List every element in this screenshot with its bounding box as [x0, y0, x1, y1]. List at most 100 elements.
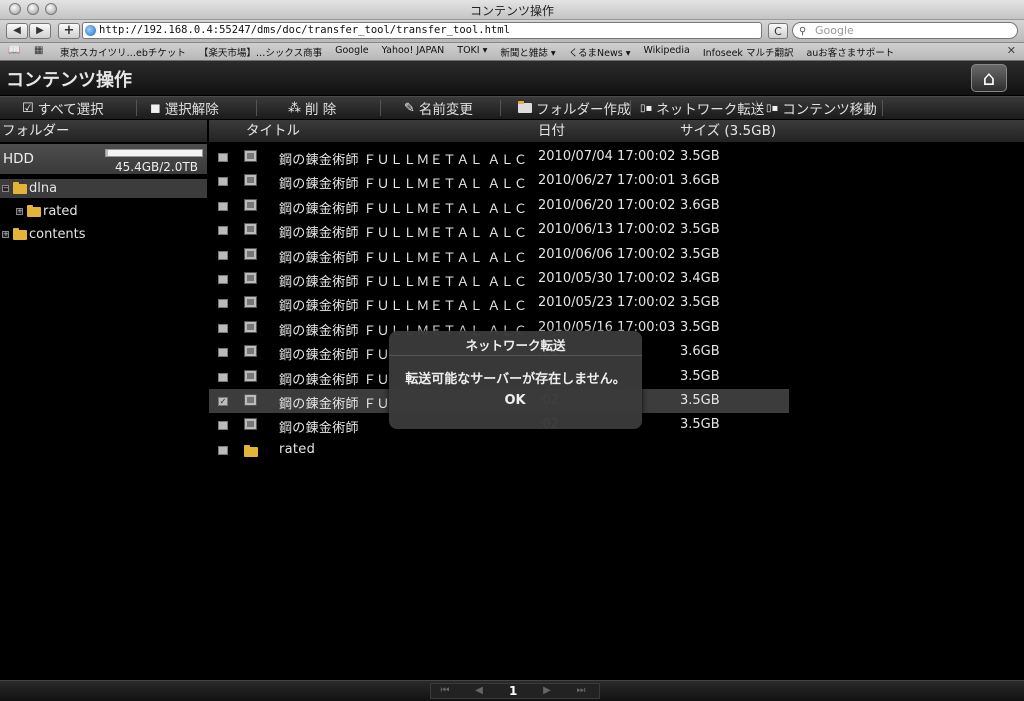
table-row[interactable]: rated: [209, 438, 789, 462]
row-checkbox[interactable]: [218, 177, 228, 187]
row-title: 鋼の錬金術師 ＦＵＬＬＭＥＴＡＬ ＡＬＣ: [279, 153, 528, 168]
collapse-icon[interactable]: −: [2, 185, 9, 192]
create-folder-button[interactable]: フォルダー作成: [518, 99, 631, 118]
hdd-row[interactable]: HDD 45.4GB/2.0TB: [0, 144, 207, 174]
row-checkbox[interactable]: [218, 275, 228, 284]
tree-label-dlna: dlna: [29, 181, 58, 196]
row-date: 2010/05/23 17:00:02: [538, 295, 676, 311]
tree-item-dlna[interactable]: − dlna: [2, 181, 57, 196]
row-size: 3.5GB: [680, 246, 720, 262]
move-contents-button[interactable]: ▯▪ コンテンツ移動: [766, 99, 877, 118]
video-file-icon: [244, 345, 257, 358]
home-button[interactable]: ⌂: [971, 64, 1007, 92]
table-row[interactable]: 鋼の錬金術師 ＦＵＬＬＭＥＴＡＬ ＡＬＣ 2010/06/06 17:00:02 3…: [209, 243, 789, 267]
back-button[interactable]: ◀: [6, 23, 28, 39]
row-size: 3.5GB: [680, 368, 720, 384]
device-icon: ▯▪: [640, 102, 653, 114]
tree-item-rated[interactable]: + rated: [16, 204, 78, 219]
column-size[interactable]: サイズ (3.5GB): [680, 120, 776, 142]
row-date: 2010/06/06 17:00:02: [538, 246, 676, 262]
dialog-divider: [389, 355, 642, 356]
row-checkbox[interactable]: [218, 299, 228, 309]
video-file-icon: [244, 223, 257, 236]
folder-icon: [518, 101, 532, 113]
row-checkbox[interactable]: [218, 323, 228, 333]
row-checkbox[interactable]: ✓: [218, 397, 228, 406]
divider: [136, 100, 137, 116]
row-checkbox[interactable]: [218, 153, 228, 162]
folder-icon: [27, 204, 41, 217]
rename-button[interactable]: ✎ 名前変更: [404, 99, 473, 119]
window-titlebar: コンテンツ操作: [0, 0, 1024, 20]
network-transfer-button[interactable]: ▯▪ ネットワーク転送: [640, 99, 764, 118]
url-text: http://192.168.0.4:55247/dms/doc/transfe…: [99, 24, 510, 36]
search-field[interactable]: ⚲ Google: [792, 22, 1018, 39]
expand-icon[interactable]: +: [2, 231, 9, 238]
divider: [630, 100, 631, 116]
reload-button[interactable]: C: [768, 23, 788, 39]
row-checkbox[interactable]: [218, 348, 228, 358]
tree-item-contents[interactable]: + contents: [2, 227, 86, 242]
ok-button[interactable]: OK: [485, 391, 545, 411]
row-checkbox[interactable]: [218, 445, 228, 455]
divider: [256, 100, 257, 116]
table-row[interactable]: 鋼の錬金術師 ＦＵＬＬＭＥＴＡＬ ＡＬＣ 2010/05/23 17:00:02 3…: [209, 291, 789, 315]
first-page-icon[interactable]: ⏮: [433, 684, 457, 698]
row-title: rated: [279, 441, 316, 457]
forward-button[interactable]: ▶: [29, 23, 51, 39]
row-checkbox[interactable]: [218, 250, 228, 260]
bookmark-item[interactable]: Wikipedia: [643, 45, 689, 59]
close-icon[interactable]: ✕: [1007, 44, 1016, 57]
action-bar: ☑ すべて選択 ◼ 選択解除 ⁂ 削 除 ✎ 名前変更 フォルダー作成 ▯▪ ネ…: [0, 96, 1024, 120]
video-file-icon: [244, 369, 257, 382]
table-row[interactable]: 鋼の錬金術師 ＦＵＬＬＭＥＴＡＬ ＡＬＣ 2010/06/20 17:00:02 3…: [209, 194, 789, 218]
last-page-icon[interactable]: ⏭: [569, 684, 593, 698]
grid-icon[interactable]: ▦: [34, 45, 43, 56]
network-transfer-dialog: ネットワーク転送 転送可能なサーバーが存在しません。 OK: [389, 331, 642, 429]
row-checkbox[interactable]: [218, 372, 228, 382]
row-title: 鋼の錬金術師 ＦＵＬＬＭＥＴＡＬ ＡＬＣ: [279, 250, 528, 266]
add-bookmark-button[interactable]: +: [58, 23, 80, 39]
column-date[interactable]: 日付: [538, 120, 565, 142]
hdd-usage-bar: [105, 149, 203, 157]
hdd-usage-fill: [106, 150, 109, 156]
bookmark-item[interactable]: TOKI ▾: [457, 45, 487, 59]
table-row[interactable]: 鋼の錬金術師 ＦＵＬＬＭＥＴＡＬ ＡＬＣ 2010/06/13 17:00:02 3…: [209, 218, 789, 242]
bookmark-item[interactable]: 【楽天市場】…シックス商事: [199, 45, 322, 59]
row-date: 2010/06/13 17:00:02: [538, 222, 676, 238]
bookmark-item[interactable]: くるまNews ▾: [569, 45, 631, 59]
bookmark-item[interactable]: Yahoo! JAPAN: [382, 45, 445, 59]
column-title[interactable]: タイトル: [246, 120, 300, 142]
bookmark-item[interactable]: auお客さまサポート: [806, 45, 894, 59]
row-checkbox[interactable]: [218, 421, 228, 431]
bookmark-item[interactable]: Infoseek マルチ翻訳: [703, 45, 794, 59]
delete-button[interactable]: ⁂ 削 除: [288, 99, 336, 119]
row-size: 3.5GB: [680, 222, 720, 238]
video-file-icon: [244, 272, 257, 284]
expand-icon[interactable]: +: [16, 208, 23, 215]
deselect-button[interactable]: ◼ 選択解除: [150, 99, 219, 119]
row-size: 3.6GB: [680, 197, 720, 213]
pencil-icon: ✎: [404, 100, 415, 116]
tree-label-rated: rated: [43, 204, 78, 219]
next-page-icon[interactable]: ▶: [535, 684, 559, 698]
video-file-icon: [244, 198, 257, 211]
row-checkbox[interactable]: [218, 226, 228, 236]
video-file-icon: [244, 174, 257, 187]
select-all-button[interactable]: ☑ すべて選択: [22, 99, 104, 119]
window-title: コンテンツ操作: [469, 4, 554, 18]
row-date: 2010/06/27 17:00:01: [538, 173, 676, 189]
bookmark-item[interactable]: 東京スカイツリ…ebチケット: [60, 45, 186, 59]
row-title: 鋼の錬金術師 ＦＵＬＬＭＥＴＡＬ ＡＬＣ: [279, 299, 528, 315]
bookmark-item[interactable]: 新聞と雑誌 ▾: [500, 45, 555, 59]
row-checkbox[interactable]: [218, 201, 228, 211]
book-icon[interactable]: 📖: [8, 45, 20, 56]
table-row[interactable]: 鋼の錬金術師 ＦＵＬＬＭＥＴＡＬ ＡＬＣ 2010/05/30 17:00:02 3…: [209, 267, 789, 291]
table-row[interactable]: 鋼の錬金術師 ＦＵＬＬＭＥＴＡＬ ＡＬＣ 2010/07/04 17:00:02 3…: [209, 145, 789, 169]
table-row[interactable]: 鋼の錬金術師 ＦＵＬＬＭＥＴＡＬ ＡＬＣ 2010/06/27 17:00:01 3…: [209, 169, 789, 193]
row-title: 鋼の錬金術師 ＦＵ: [279, 397, 390, 412]
url-bar[interactable]: http://192.168.0.4:55247/dms/doc/transfe…: [82, 22, 762, 39]
prev-page-icon[interactable]: ◀: [467, 684, 491, 698]
row-size: 3.4GB: [680, 271, 720, 286]
bookmark-item[interactable]: Google: [335, 45, 369, 59]
